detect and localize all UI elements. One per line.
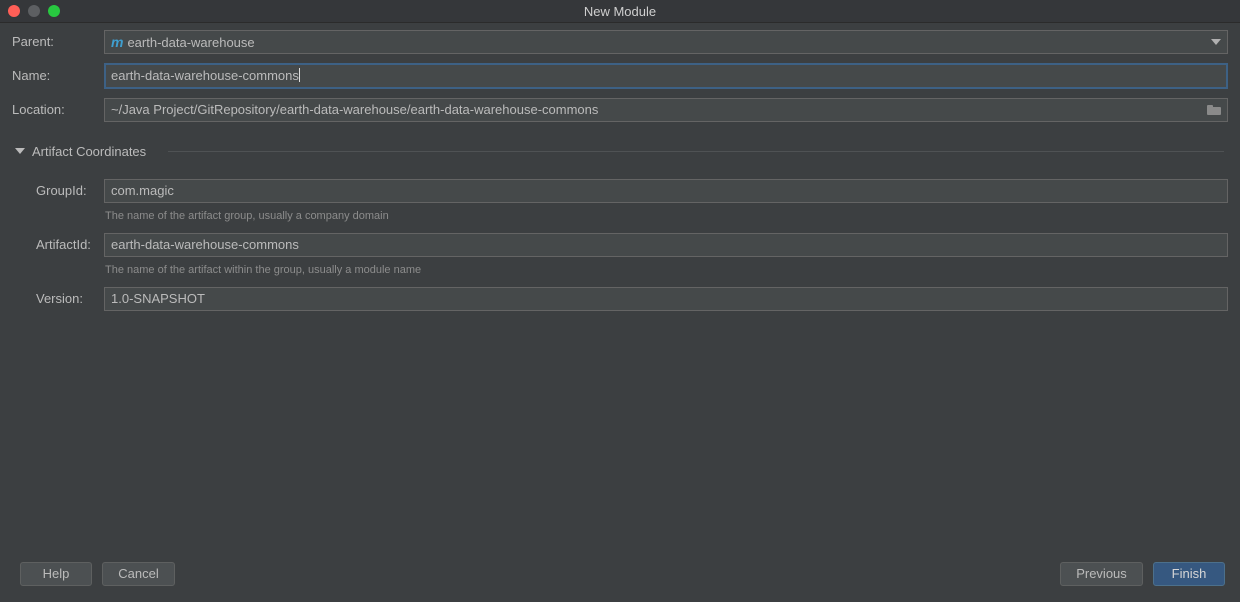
artifact-section-title[interactable]: Artifact Coordinates: [32, 144, 146, 160]
version-label: Version:: [36, 291, 83, 306]
text-caret: [298, 68, 300, 82]
cancel-button[interactable]: Cancel: [102, 562, 175, 586]
groupid-hint: The name of the artifact group, usually …: [105, 210, 389, 222]
groupid-input[interactable]: com.magic: [104, 179, 1228, 203]
chevron-down-icon[interactable]: [1211, 39, 1221, 45]
maven-m-icon: m: [111, 34, 124, 50]
location-value: ~/Java Project/GitRepository/earth-data-…: [111, 102, 599, 117]
name-label: Name:: [12, 68, 51, 83]
artifactid-value: earth-data-warehouse-commons: [111, 237, 299, 252]
version-input[interactable]: 1.0-SNAPSHOT: [104, 287, 1228, 311]
help-button[interactable]: Help: [20, 562, 92, 586]
window-title: New Module: [583, 4, 657, 19]
parent-value: earth-data-warehouse: [127, 35, 255, 50]
folder-icon[interactable]: [1207, 105, 1221, 115]
name-input[interactable]: earth-data-warehouse-commons: [104, 63, 1228, 89]
artifactid-input[interactable]: earth-data-warehouse-commons: [104, 233, 1228, 257]
artifactid-label: ArtifactId:: [36, 237, 91, 252]
name-value: earth-data-warehouse-commons: [111, 68, 299, 83]
finish-button[interactable]: Finish: [1153, 562, 1225, 586]
parent-label: Parent:: [12, 34, 54, 49]
groupid-label: GroupId:: [36, 183, 87, 198]
collapse-triangle-icon[interactable]: [15, 148, 25, 154]
groupid-value: com.magic: [111, 183, 174, 198]
title-bar: New Module: [0, 0, 1240, 23]
previous-button[interactable]: Previous: [1060, 562, 1143, 586]
version-value: 1.0-SNAPSHOT: [111, 291, 205, 306]
section-divider: [168, 151, 1224, 152]
artifactid-hint: The name of the artifact within the grou…: [105, 264, 422, 276]
parent-dropdown[interactable]: m earth-data-warehouse: [104, 30, 1228, 54]
location-input[interactable]: ~/Java Project/GitRepository/earth-data-…: [104, 98, 1228, 122]
location-label: Location:: [12, 102, 65, 117]
